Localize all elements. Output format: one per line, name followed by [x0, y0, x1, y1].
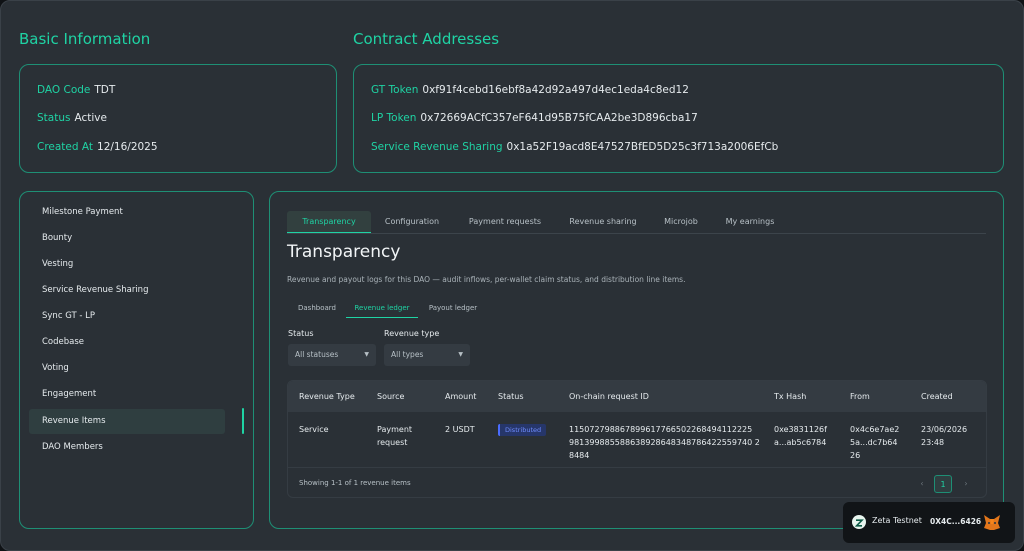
revenue-type-filter-value: All types	[391, 350, 424, 359]
info-key: Status	[37, 112, 71, 124]
cell-tx-hash-line: 0xe3831126f	[774, 425, 827, 434]
cell-revenue-type: Service	[299, 425, 329, 434]
sidebar-item-milestone-payment[interactable]: Milestone Payment	[29, 200, 225, 225]
contract-row-service-revenue-sharing: Service Revenue Sharing 0x1a52F19acd8E475…	[371, 141, 778, 153]
table-footer: Showing 1-1 of 1 revenue items ‹ 1 ›	[288, 467, 986, 497]
cell-tx-hash-line: a...ab5c6784	[774, 438, 827, 447]
contract-row-gt-token: GT Token 0xf91f4cebd16ebf8a42d92a497d4ec1…	[371, 84, 689, 96]
column-header-source: Source	[377, 392, 405, 401]
revenue-type-filter-label: Revenue type	[384, 329, 440, 338]
tab-configuration[interactable]: Configuration	[375, 211, 449, 233]
contract-key: GT Token	[371, 84, 419, 96]
pagination-next-button[interactable]: ›	[957, 475, 975, 493]
wallet-address[interactable]: 0X4C...6426	[930, 517, 981, 526]
status-badge: Distributed	[498, 424, 547, 436]
column-header-amount: Amount	[445, 392, 477, 401]
subtab-payout-ledger[interactable]: Payout ledger	[423, 298, 483, 318]
tabs-divider	[287, 233, 986, 234]
column-header-revenue-type: Revenue Type	[299, 392, 355, 401]
contract-row-lp-token: LP Token 0x72669ACfC357eF641d95B75fCAA2be…	[371, 112, 698, 124]
cell-from[interactable]: 0x4c6e7ae2 5a...dc7b64 26	[850, 423, 899, 462]
status-filter-label: Status	[288, 329, 314, 338]
sidebar-item-vesting[interactable]: Vesting	[29, 252, 225, 277]
chevron-down-icon: ▼	[458, 351, 463, 358]
metamask-fox-icon	[982, 512, 1002, 532]
sidebar-item-codebase[interactable]: Codebase	[29, 330, 225, 355]
contracts-card: GT Token 0xf91f4cebd16ebf8a42d92a497d4ec1…	[353, 64, 1004, 173]
tab-revenue-sharing[interactable]: Revenue sharing	[560, 211, 646, 233]
info-key: DAO Code	[37, 84, 91, 96]
revenue-table: Revenue Type Source Amount Status On-cha…	[287, 380, 987, 498]
status-filter-value: All statuses	[295, 350, 339, 359]
sidebar-item-service-revenue-sharing[interactable]: Service Revenue Sharing	[29, 278, 225, 303]
table-count-text: Showing 1-1 of 1 revenue items	[299, 479, 411, 487]
pagination-page-button[interactable]: 1	[934, 475, 952, 493]
sidebar-active-indicator	[242, 408, 244, 434]
tab-transparency[interactable]: Transparency	[287, 211, 371, 233]
tab-payment-requests[interactable]: Payment requests	[457, 211, 553, 233]
status-filter-select[interactable]: All statuses ▼	[288, 344, 376, 366]
cell-created: 23/06/2026 23:48	[921, 423, 967, 449]
cell-request-id-line: 981399885588638928648348786422559740 2	[569, 438, 760, 447]
table-header: Revenue Type Source Amount Status On-cha…	[288, 381, 986, 412]
sidebar: Milestone Payment Bounty Vesting Service…	[19, 191, 254, 529]
wallet-widget[interactable]: Zeta Testnet 0X4C...6426	[843, 502, 1015, 543]
cell-from-line: 26	[850, 451, 861, 460]
info-value: TDT	[94, 84, 116, 96]
info-row-dao-code: DAO Code TDT	[37, 84, 115, 96]
cell-request-id: 115072798867899617766502268494112225 981…	[569, 423, 760, 462]
basic-info-title: Basic Information	[19, 30, 151, 48]
revenue-type-filter-select[interactable]: All types ▼	[384, 344, 470, 366]
tab-my-earnings[interactable]: My earnings	[716, 211, 784, 233]
cell-request-id-line: 8484	[569, 451, 590, 460]
cell-source-line: Payment	[377, 425, 413, 434]
column-header-status: Status	[498, 392, 524, 401]
sidebar-item-engagement[interactable]: Engagement	[29, 382, 225, 407]
sidebar-item-dao-members[interactable]: DAO Members	[29, 435, 225, 460]
cell-from-line: 5a...dc7b64	[850, 438, 898, 447]
cell-created-time: 23:48	[921, 438, 945, 447]
sidebar-item-revenue-items[interactable]: Revenue Items	[29, 409, 225, 434]
cell-request-id-line: 115072798867899617766502268494112225	[569, 425, 753, 434]
cell-created-date: 23/06/2026	[921, 425, 968, 434]
network-name: Zeta Testnet	[872, 516, 922, 525]
contract-key: Service Revenue Sharing	[371, 141, 503, 153]
column-header-request-id: On-chain request ID	[569, 392, 649, 401]
column-header-from: From	[850, 392, 870, 401]
info-key: Created At	[37, 141, 94, 153]
cell-source-line: request	[377, 438, 408, 447]
contracts-title: Contract Addresses	[353, 30, 500, 48]
contract-key: LP Token	[371, 112, 417, 124]
cell-source: Payment request	[377, 423, 412, 449]
page-title: Transparency	[287, 242, 401, 262]
chevron-down-icon: ▼	[364, 351, 369, 358]
cell-amount: 2 USDT	[445, 425, 475, 434]
subtab-dashboard[interactable]: Dashboard	[290, 298, 344, 318]
basic-info-card: DAO Code TDT Status Active Created At 12/16…	[19, 64, 337, 173]
contract-address: 0x72669ACfC357eF641d95B75fCAA2be3D896cba…	[420, 112, 698, 124]
info-value: 12/16/2025	[97, 141, 158, 153]
column-header-created: Created	[921, 392, 953, 401]
sidebar-item-bounty[interactable]: Bounty	[29, 226, 225, 251]
sidebar-item-voting[interactable]: Voting	[29, 356, 225, 381]
contract-address: 0xf91f4cebd16ebf8a42d92a497d4ec1eda4c8ed…	[422, 84, 689, 96]
cell-from-line: 0x4c6e7ae2	[850, 425, 900, 434]
main-panel: Transparency Configuration Payment reque…	[269, 191, 1004, 529]
info-row-created-at: Created At 12/16/2025	[37, 141, 158, 153]
zeta-logo-icon	[852, 515, 866, 529]
sidebar-item-sync-gt-lp[interactable]: Sync GT - LP	[29, 304, 225, 329]
page-description: Revenue and payout logs for this DAO — a…	[287, 275, 686, 284]
cell-tx-hash[interactable]: 0xe3831126f a...ab5c6784	[774, 423, 827, 449]
pagination-prev-button[interactable]: ‹	[913, 475, 931, 493]
app-frame: Basic Information DAO Code TDT Status Acti…	[0, 0, 1024, 551]
column-header-tx-hash: Tx Hash	[774, 392, 807, 401]
tab-microjob[interactable]: Microjob	[655, 211, 707, 233]
info-value: Active	[74, 112, 107, 124]
info-row-status: Status Active	[37, 112, 107, 124]
subtab-revenue-ledger[interactable]: Revenue ledger	[346, 298, 418, 318]
contract-address: 0x1a52F19acd8E47527BfED5D25c3f713a2006Ef…	[506, 141, 779, 153]
cell-status: Distributed	[498, 423, 547, 436]
